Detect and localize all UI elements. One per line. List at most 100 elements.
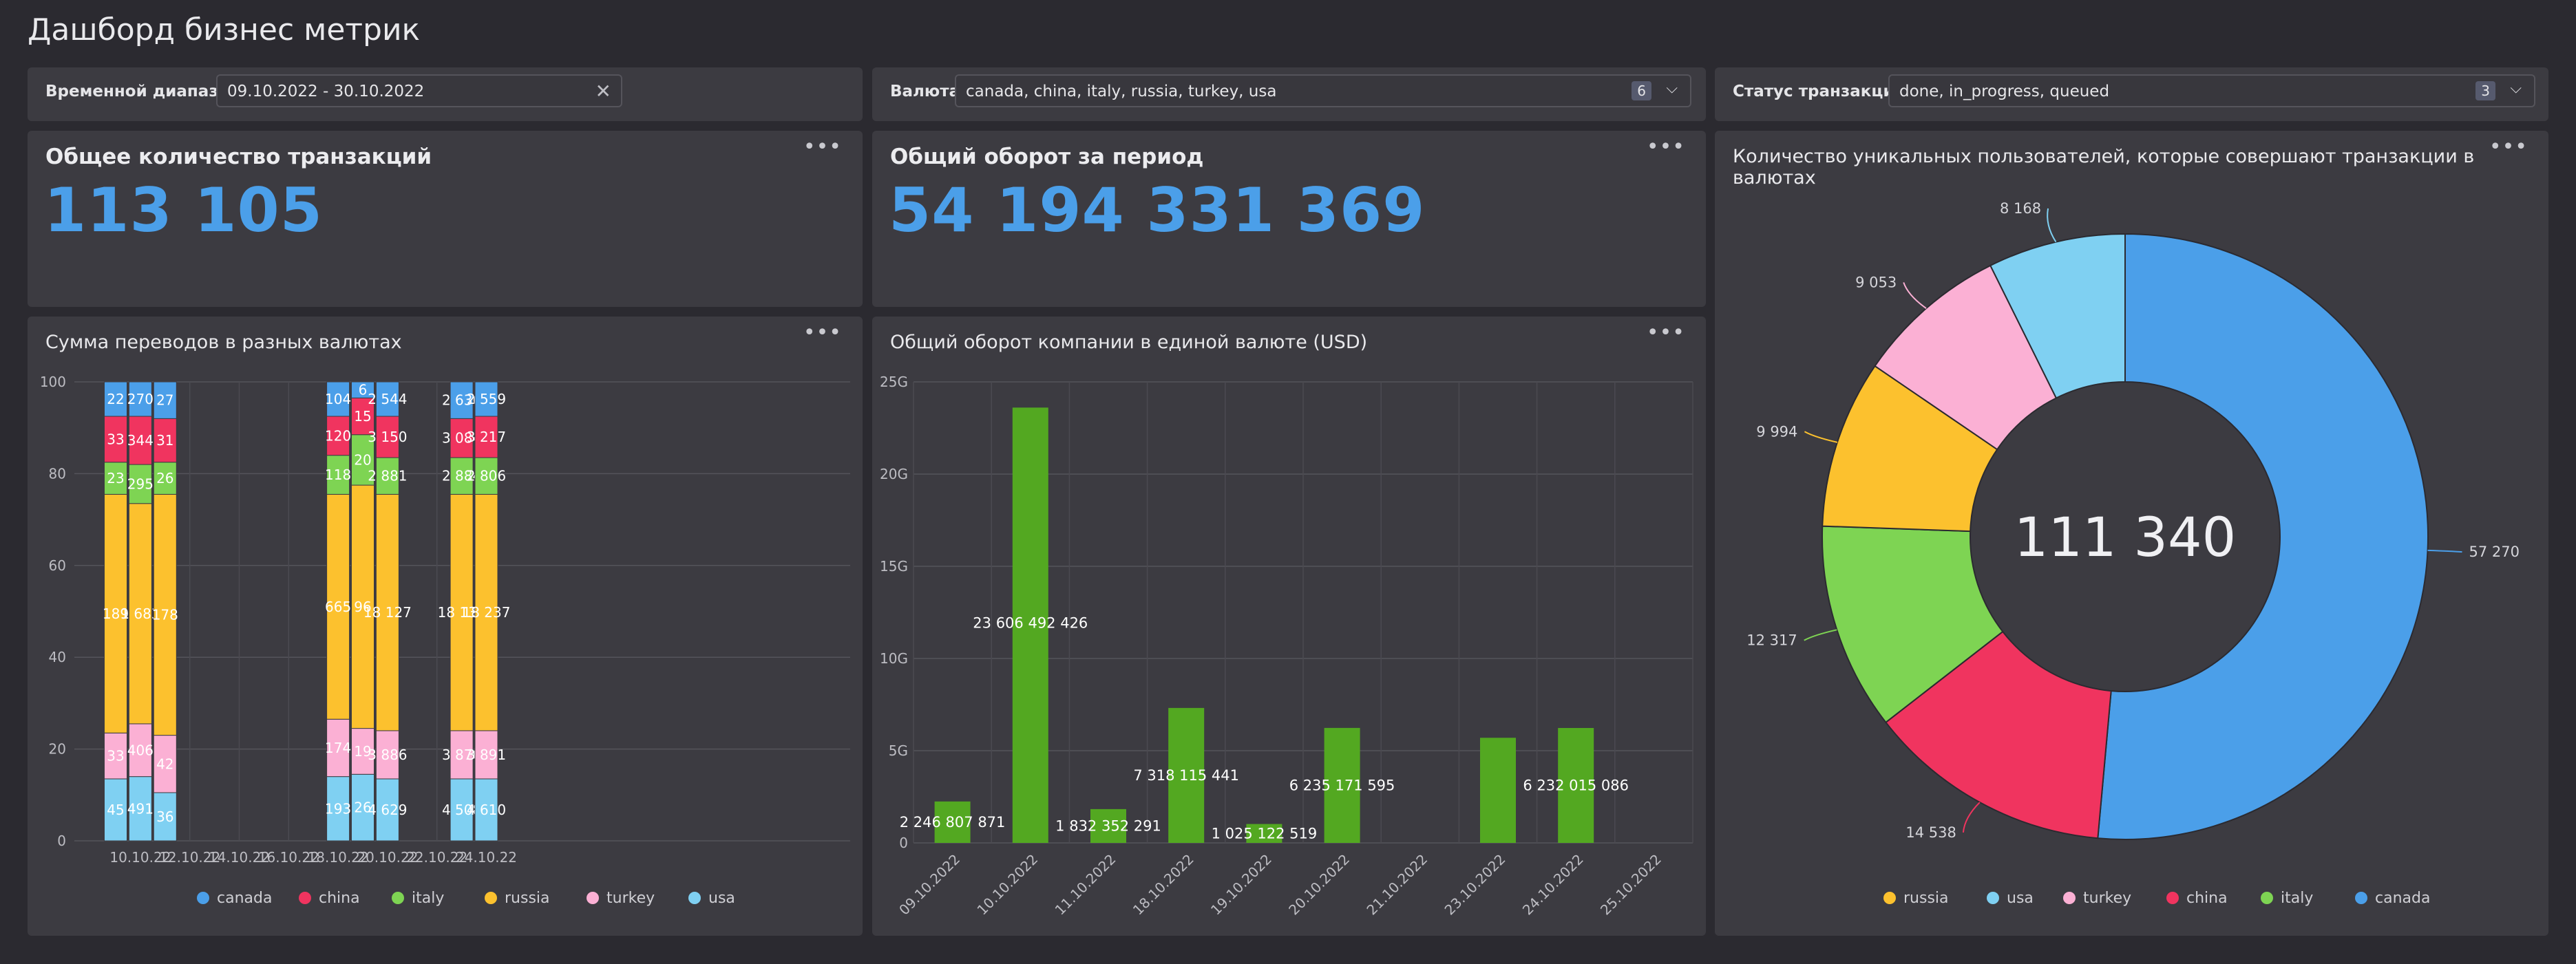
kpi-title: Общий оборот за период [890,144,1204,169]
data-label: 1 025 122 519 [1212,825,1318,842]
label-leader-line [2047,208,2057,243]
data-label: 2 559 [467,391,506,407]
y-tick-label: 20 [49,741,66,758]
date-range-input[interactable]: 09.10.2022 - 30.10.2022 ✕ [216,74,622,107]
data-label: 9 994 [1756,423,1797,440]
legend-label: canada [217,890,272,907]
legend-swatch-italy [2261,892,2273,904]
chevron-down-icon[interactable]: ⌵ [2510,80,2522,97]
data-label: 3 886 [368,747,407,763]
legend-label: turkey [2083,890,2131,907]
data-label: 2 806 [467,468,506,484]
x-tick-label: 19.10.2022 [1207,851,1275,919]
filter-label: Статус транзакции [1733,83,1905,100]
data-label: 1 832 352 291 [1055,817,1161,834]
legend-swatch-usa [1987,892,1999,904]
filter-label: Временной диапазон [45,83,240,100]
x-tick-label: 21.10.2022 [1363,851,1430,919]
data-label: 22 [107,391,124,407]
donut-chart-card: Количество уникальных пользователей, кот… [1715,131,2548,936]
currency-select-value: canada, china, italy, russia, turkey, us… [966,83,1277,100]
data-label: 4 629 [368,802,407,818]
y-tick-label: 40 [49,649,66,665]
x-tick-label: 11.10.2022 [1052,851,1119,919]
more-dots-icon[interactable]: ••• [1647,135,1685,159]
legend-label: italy [412,890,444,907]
data-label: 20 [354,451,371,468]
more-dots-icon[interactable]: ••• [803,135,842,159]
data-label: 3 217 [467,429,506,445]
kpi-value: 113 105 [44,175,324,246]
data-label: 15 [354,408,371,425]
currency-select[interactable]: canada, china, italy, russia, turkey, us… [955,74,1691,107]
data-label: 3 891 [467,747,506,763]
y-tick-label: 80 [49,465,66,482]
data-label: 6 235 171 595 [1289,777,1395,793]
legend-label: turkey [606,890,655,907]
filter-time-range: Временной диапазон 09.10.2022 - 30.10.20… [28,67,863,121]
y-tick-label: 60 [49,557,66,574]
y-tick-label: 0 [57,833,66,849]
clear-icon[interactable]: ✕ [595,80,611,103]
label-leader-line [1804,629,1837,641]
label-leader-line [2427,549,2462,553]
data-label: 57 270 [2469,544,2520,560]
label-leader-line [1962,802,1981,833]
data-label: 120 [325,427,351,444]
status-select-value: done, in_progress, queued [1899,83,2110,100]
data-label: 2 246 807 871 [900,814,1006,831]
chevron-down-icon[interactable]: ⌵ [1666,80,1678,97]
y-tick-label: 0 [899,835,908,851]
data-label: 118 [325,467,351,483]
data-label: 12 317 [1746,632,1797,649]
legend-label: china [2186,890,2228,907]
filter-status: Статус транзакции done, in_progress, que… [1715,67,2548,121]
data-label: 344 [127,432,154,449]
data-label: 6 [359,382,368,398]
data-label: 23 [107,470,124,486]
legend-swatch-canada [197,892,209,904]
stacked-bar-chart-card: Сумма переводов в разных валютах ••• 0 20… [28,317,863,936]
x-tick-label: 24.10.22 [456,849,517,866]
selected-count-badge: 6 [1632,81,1651,100]
data-label: 491 [127,800,154,817]
y-tick-label: 25G [880,374,908,390]
selected-count-badge: 3 [2475,81,2495,100]
data-label: 36 [156,808,173,825]
data-label: 178 [152,607,178,623]
legend-label: usa [708,890,735,907]
data-label: 104 [325,391,351,407]
legend-label: china [319,890,360,907]
data-label: 406 [127,742,154,758]
data-label: 45 [107,802,124,818]
turnover-bar-chart: 0 5G 10G 15G 20G 25G 2 246 807 871 09.10.2022 23… [880,374,1693,919]
legend-swatch-turkey [587,892,599,904]
y-tick-label: 20G [880,466,908,482]
x-tick-label: 10.10.2022 [973,851,1041,919]
legend-label: italy [2281,890,2313,907]
legend-swatch-usa [688,892,701,904]
turnover-bar-chart-card: Общий оборот компании в единой валюте (U… [872,317,1706,936]
data-label: 2 881 [368,468,407,484]
label-leader-line [1804,431,1838,443]
x-tick-label: 23.10.2022 [1442,851,1509,919]
status-select[interactable]: done, in_progress, queued 3 ⌵ [1888,74,2535,107]
kpi-transactions-card: Общее количество транзакций 113 105 ••• [28,131,863,307]
data-label: 270 [127,391,154,407]
legend-swatch-china [299,892,311,904]
x-tick-label: 20.10.2022 [1285,851,1353,919]
data-label: 2 544 [368,391,407,407]
data-label: 6 232 015 086 [1523,777,1629,793]
data-label: 31 [156,432,173,449]
y-tick-label: 15G [880,558,908,575]
legend-swatch-turkey [2063,892,2076,904]
data-label: 27 [156,392,173,409]
data-label: 3 150 [368,429,407,445]
donut-chart: 57 270 14 538 12 317 9 994 9 053 8 168 111 340… [1746,200,2520,907]
page-title: Дашборд бизнес метрик [28,12,421,47]
legend-swatch-china [2166,892,2179,904]
legend-label: russia [505,890,550,907]
data-label: 26 [156,470,173,486]
date-range-value: 09.10.2022 - 30.10.2022 [227,83,425,100]
bar [1480,738,1516,843]
